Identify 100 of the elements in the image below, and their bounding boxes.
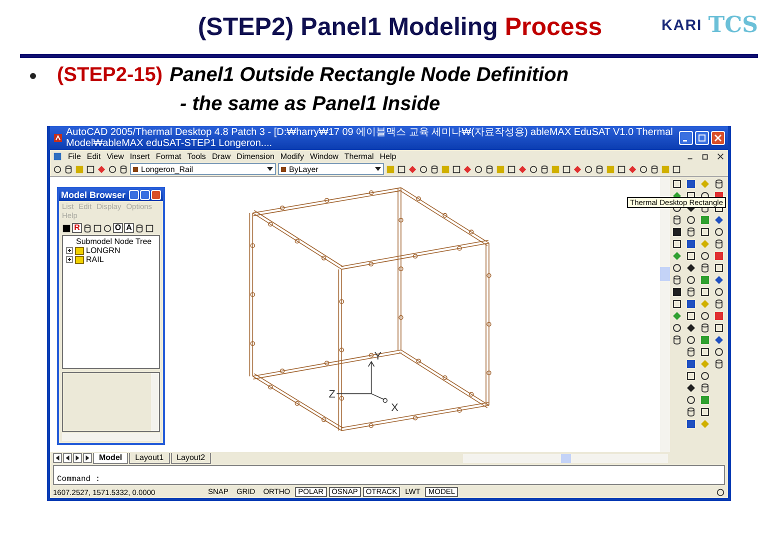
circle-icon[interactable] bbox=[700, 251, 710, 261]
filled-square-icon[interactable] bbox=[62, 224, 71, 232]
circle-icon[interactable] bbox=[672, 263, 682, 273]
cylinder-icon[interactable] bbox=[430, 164, 439, 174]
color-dropdown[interactable]: ByLayer bbox=[278, 163, 384, 175]
circle-icon[interactable] bbox=[686, 395, 696, 405]
cylinder-icon[interactable] bbox=[650, 164, 659, 174]
menu-item[interactable]: View bbox=[106, 152, 124, 160]
layout-tab[interactable]: Model bbox=[93, 452, 128, 464]
square-icon[interactable] bbox=[686, 371, 696, 381]
layout-tab[interactable]: Layout1 bbox=[129, 452, 170, 464]
restore-icon[interactable] bbox=[701, 152, 710, 160]
square-icon[interactable] bbox=[507, 164, 516, 174]
circle-icon[interactable] bbox=[700, 371, 710, 381]
toolbar-button[interactable]: A bbox=[124, 223, 134, 233]
square-icon[interactable] bbox=[700, 407, 710, 417]
minimize-button[interactable] bbox=[129, 190, 139, 200]
menu-item[interactable]: File bbox=[68, 152, 81, 160]
square-icon[interactable] bbox=[700, 227, 710, 237]
expand-icon[interactable] bbox=[66, 247, 73, 254]
circle-icon[interactable] bbox=[686, 335, 696, 345]
tray-icon[interactable] bbox=[716, 488, 725, 496]
cylinder-icon[interactable] bbox=[540, 164, 549, 174]
cylinder-icon[interactable] bbox=[64, 164, 73, 174]
square-icon[interactable] bbox=[700, 287, 710, 297]
close-icon[interactable] bbox=[716, 152, 725, 160]
scrollbar[interactable] bbox=[463, 454, 668, 462]
cylinder-icon[interactable] bbox=[700, 383, 710, 393]
menu-item[interactable]: Thermal bbox=[344, 152, 374, 160]
cylinder-icon[interactable] bbox=[714, 359, 724, 369]
tab-nav-icon[interactable] bbox=[53, 453, 62, 463]
square-icon[interactable] bbox=[672, 239, 682, 249]
square-icon[interactable] bbox=[145, 224, 154, 232]
menu-item[interactable]: Draw bbox=[212, 152, 231, 160]
circle-icon[interactable] bbox=[584, 164, 593, 174]
square-icon[interactable] bbox=[617, 164, 626, 174]
circle-icon[interactable] bbox=[108, 164, 117, 174]
tab-nav-icon[interactable] bbox=[63, 453, 72, 463]
cylinder-icon[interactable] bbox=[83, 224, 92, 232]
toolbar-button[interactable]: O bbox=[113, 223, 123, 233]
menu-item[interactable]: Help bbox=[380, 152, 396, 160]
expand-icon[interactable] bbox=[66, 256, 73, 263]
circle-icon[interactable] bbox=[639, 164, 648, 174]
minimize-button[interactable] bbox=[679, 131, 693, 145]
maximize-button[interactable] bbox=[140, 190, 150, 200]
cylinder-icon[interactable] bbox=[686, 407, 696, 417]
tree-item[interactable]: RAIL bbox=[86, 255, 104, 264]
square-icon[interactable] bbox=[397, 164, 406, 174]
menu-item[interactable]: Tools bbox=[187, 152, 206, 160]
circle-icon[interactable] bbox=[714, 347, 724, 357]
cylinder-icon[interactable] bbox=[119, 164, 128, 174]
circle-icon[interactable] bbox=[700, 311, 710, 321]
menu-item[interactable]: Window bbox=[310, 152, 338, 160]
square-icon[interactable] bbox=[86, 164, 95, 174]
tree-root[interactable]: Submodel Node Tree bbox=[66, 237, 156, 246]
circle-icon[interactable] bbox=[686, 275, 696, 285]
square-icon[interactable] bbox=[452, 164, 461, 174]
tab-nav-icon[interactable] bbox=[73, 453, 82, 463]
menu-item[interactable]: Format bbox=[156, 152, 182, 160]
layer-dropdown[interactable]: Longeron_Rail bbox=[130, 163, 276, 175]
maximize-button[interactable] bbox=[695, 131, 709, 145]
diamond-icon[interactable] bbox=[686, 383, 696, 393]
square-icon[interactable] bbox=[562, 164, 571, 174]
menu-item[interactable]: Modify bbox=[280, 152, 304, 160]
menu-item[interactable]: Edit bbox=[86, 152, 101, 160]
scrollbar[interactable] bbox=[151, 373, 159, 431]
menu-item[interactable]: Insert bbox=[130, 152, 150, 160]
circle-icon[interactable] bbox=[419, 164, 428, 174]
square-icon[interactable] bbox=[93, 224, 102, 232]
filled-square-icon[interactable] bbox=[672, 227, 682, 237]
cylinder-icon[interactable] bbox=[700, 263, 710, 273]
circle-icon[interactable] bbox=[103, 224, 112, 232]
circle-icon[interactable] bbox=[474, 164, 483, 174]
square-icon[interactable] bbox=[686, 251, 696, 261]
square-icon[interactable] bbox=[700, 347, 710, 357]
close-button[interactable] bbox=[151, 190, 161, 200]
cylinder-icon[interactable] bbox=[135, 224, 144, 232]
circle-icon[interactable] bbox=[53, 164, 62, 174]
cylinder-icon[interactable] bbox=[714, 239, 724, 249]
tree-item[interactable]: LONGRN bbox=[86, 246, 120, 255]
layout-tab[interactable]: Layout2 bbox=[170, 452, 212, 464]
cylinder-icon[interactable] bbox=[714, 179, 724, 189]
tab-nav-icon[interactable] bbox=[83, 453, 92, 463]
circle-icon[interactable] bbox=[714, 227, 724, 237]
square-icon[interactable] bbox=[672, 164, 681, 174]
cylinder-icon[interactable] bbox=[714, 299, 724, 309]
filled-square-icon[interactable] bbox=[672, 287, 682, 297]
toolbar-button[interactable]: R bbox=[72, 223, 82, 233]
square-icon[interactable] bbox=[714, 263, 724, 273]
square-icon[interactable] bbox=[714, 323, 724, 333]
close-button[interactable] bbox=[711, 131, 725, 145]
square-icon[interactable] bbox=[672, 299, 682, 309]
cylinder-icon[interactable] bbox=[485, 164, 494, 174]
circle-icon[interactable] bbox=[672, 323, 682, 333]
menu-item[interactable]: Dimension bbox=[236, 152, 274, 160]
circle-icon[interactable] bbox=[714, 287, 724, 297]
cylinder-icon[interactable] bbox=[595, 164, 604, 174]
square-icon[interactable] bbox=[686, 311, 696, 321]
circle-icon[interactable] bbox=[529, 164, 538, 174]
cylinder-icon[interactable] bbox=[700, 323, 710, 333]
